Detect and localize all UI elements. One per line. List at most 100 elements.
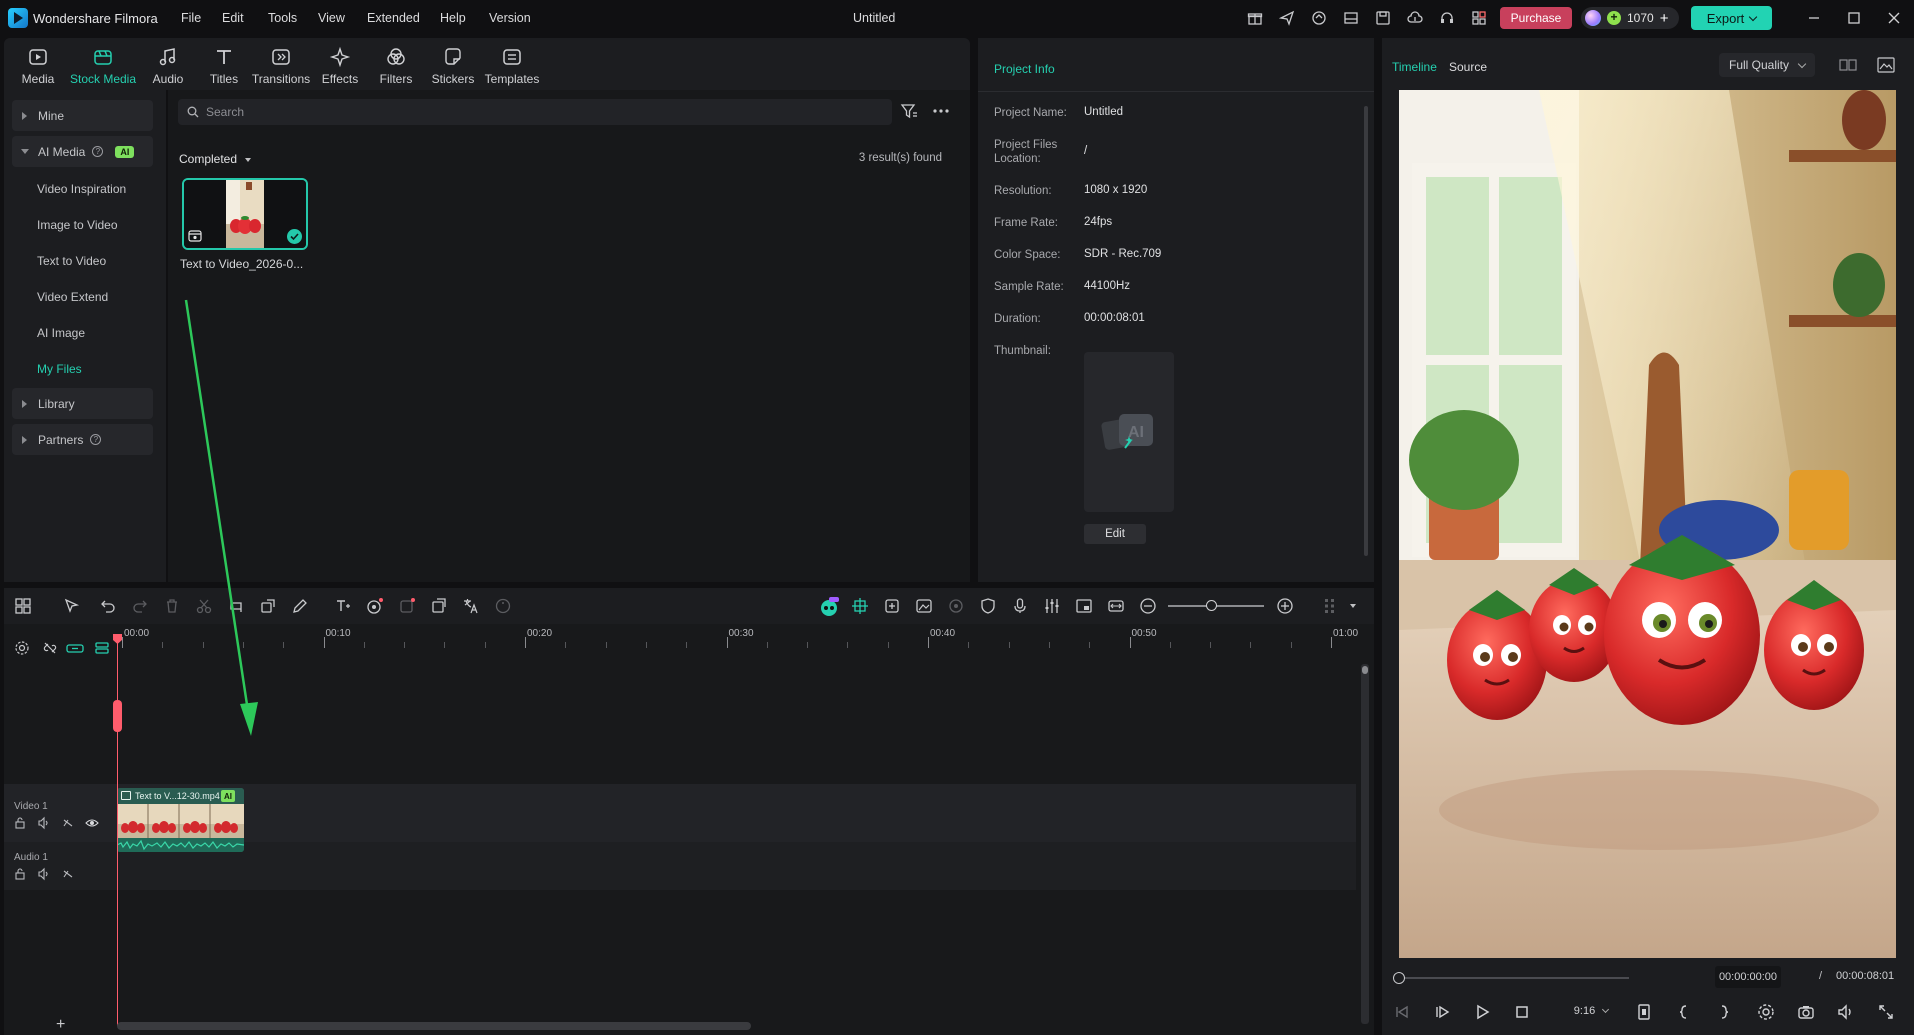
video-preview[interactable] [1399,90,1896,958]
keyframe-icon[interactable] [883,597,901,615]
fit-timeline-icon[interactable] [1107,597,1125,615]
visibility-eye-icon[interactable] [85,816,99,830]
playhead-marker[interactable] [113,700,122,732]
menu-file[interactable]: File [181,11,201,25]
mark-in-icon[interactable] [1674,1002,1694,1022]
search-input[interactable]: Search [178,99,892,125]
scrollbar[interactable] [1364,106,1368,556]
playback-progress-handle[interactable] [1393,972,1405,984]
sidebar-item-image-to-video[interactable]: Image to Video [37,218,118,232]
sidebar-item-text-to-video[interactable]: Text to Video [37,254,106,268]
credits-badge[interactable]: + 1070 + [1581,7,1679,29]
translate-icon[interactable] [462,597,480,615]
layout-icon[interactable] [14,597,32,615]
snap-icon[interactable] [851,597,869,615]
tab-media[interactable]: Media [16,46,60,86]
zoom-in-icon[interactable] [1276,597,1294,615]
export-button[interactable]: Export [1691,6,1772,30]
timeline-options-icon[interactable] [1322,597,1340,615]
shield-icon[interactable] [979,597,997,615]
sync-icon[interactable] [1309,8,1329,28]
play-icon[interactable] [1472,1002,1492,1022]
cloud-upload-icon[interactable] [1405,8,1425,28]
redo-icon[interactable] [131,597,149,615]
sidebar-item-video-extend[interactable]: Video Extend [37,290,108,304]
timeline-horizontal-scrollbar[interactable] [117,1022,751,1030]
stop-icon[interactable] [1512,1002,1532,1022]
disable-track-icon[interactable] [61,816,75,830]
status-filter-dropdown[interactable]: Completed [179,152,252,166]
text-tool-icon[interactable] [334,597,352,615]
play-reverse-icon[interactable] [1432,1002,1452,1022]
microphone-icon[interactable] [1011,597,1029,615]
sidebar-item-library[interactable]: Library [12,388,153,419]
fullscreen-icon[interactable] [1876,1002,1896,1022]
ai-copilot-icon[interactable] [819,597,839,616]
chevron-down-icon[interactable] [1350,604,1356,608]
help-icon[interactable]: ? [92,146,104,157]
aspect-ratio-dropdown[interactable]: 9:16 [1566,1000,1616,1022]
menu-edit[interactable]: Edit [222,11,244,25]
tab-transitions[interactable]: Transitions [251,46,311,86]
tab-source[interactable]: Source [1449,60,1487,74]
tab-effects[interactable]: Effects [318,46,362,86]
media-item-thumbnail[interactable] [182,178,308,250]
snapshot-icon[interactable] [1796,1002,1816,1022]
gift-icon[interactable] [1245,8,1265,28]
send-icon[interactable] [1277,8,1297,28]
menu-view[interactable]: View [318,11,345,25]
media-replace-icon[interactable] [915,597,933,615]
maximize-icon[interactable] [1846,10,1862,26]
previous-frame-icon[interactable] [1392,1002,1412,1022]
lock-icon[interactable] [13,867,27,881]
menu-version[interactable]: Version [489,11,531,25]
lock-icon[interactable] [13,816,27,830]
magnetic-track-icon[interactable] [94,640,110,656]
minimize-icon[interactable] [1806,10,1822,26]
zoom-out-icon[interactable] [1139,597,1157,615]
detach-icon[interactable] [430,597,448,615]
sidebar-item-ai-image[interactable]: AI Image [37,326,85,340]
ai-effect-icon[interactable] [366,597,384,615]
apps-grid-icon[interactable] [1469,8,1489,28]
pip-icon[interactable] [1075,597,1093,615]
mute-icon[interactable] [37,816,51,830]
link-clips-icon[interactable] [66,640,84,656]
unlink-icon[interactable] [42,640,58,656]
select-tool-icon[interactable] [63,597,81,615]
color-palette-icon[interactable] [494,597,512,615]
tab-timeline[interactable]: Timeline [1392,60,1437,74]
add-credits-icon[interactable]: + [1660,10,1669,27]
timeline-vertical-scrollbar[interactable] [1361,664,1369,1024]
motion-track-icon[interactable] [947,597,965,615]
menu-help[interactable]: Help [440,11,466,25]
edit-thumbnail-button[interactable]: Edit [1084,524,1146,544]
filter-icon[interactable] [900,102,920,122]
menu-extended[interactable]: Extended [367,11,420,25]
track-settings-icon[interactable] [14,640,30,656]
timeline-vertical-scroll-thumb[interactable] [1362,666,1368,674]
menu-tools[interactable]: Tools [268,11,297,25]
pen-icon[interactable] [291,597,309,615]
tab-filters[interactable]: Filters [376,46,416,86]
undo-icon[interactable] [99,597,117,615]
tab-titles[interactable]: Titles [204,46,244,86]
quality-dropdown[interactable]: Full Quality [1719,53,1815,77]
add-track-button[interactable]: + [56,1016,65,1034]
current-time[interactable]: 00:00:00:00 [1715,966,1781,988]
zoom-slider-handle[interactable] [1206,600,1217,611]
playback-progress-track[interactable] [1399,977,1629,979]
save-icon[interactable] [1373,8,1393,28]
ai-mask-icon[interactable] [398,597,416,615]
sidebar-item-ai-media[interactable]: AI Media? AI [12,136,153,167]
playhead-line[interactable] [117,634,118,1026]
tab-audio[interactable]: Audio [147,46,189,86]
disable-track-icon[interactable] [61,867,75,881]
tab-stickers[interactable]: Stickers [430,46,476,86]
close-icon[interactable] [1886,10,1902,26]
layout-icon[interactable] [1341,8,1361,28]
audio-mixer-icon[interactable] [1043,597,1061,615]
sidebar-item-video-inspiration[interactable]: Video Inspiration [37,182,126,196]
headset-icon[interactable] [1437,8,1457,28]
video-clip[interactable]: Text to V...12-30.mp4 AI [117,788,244,852]
